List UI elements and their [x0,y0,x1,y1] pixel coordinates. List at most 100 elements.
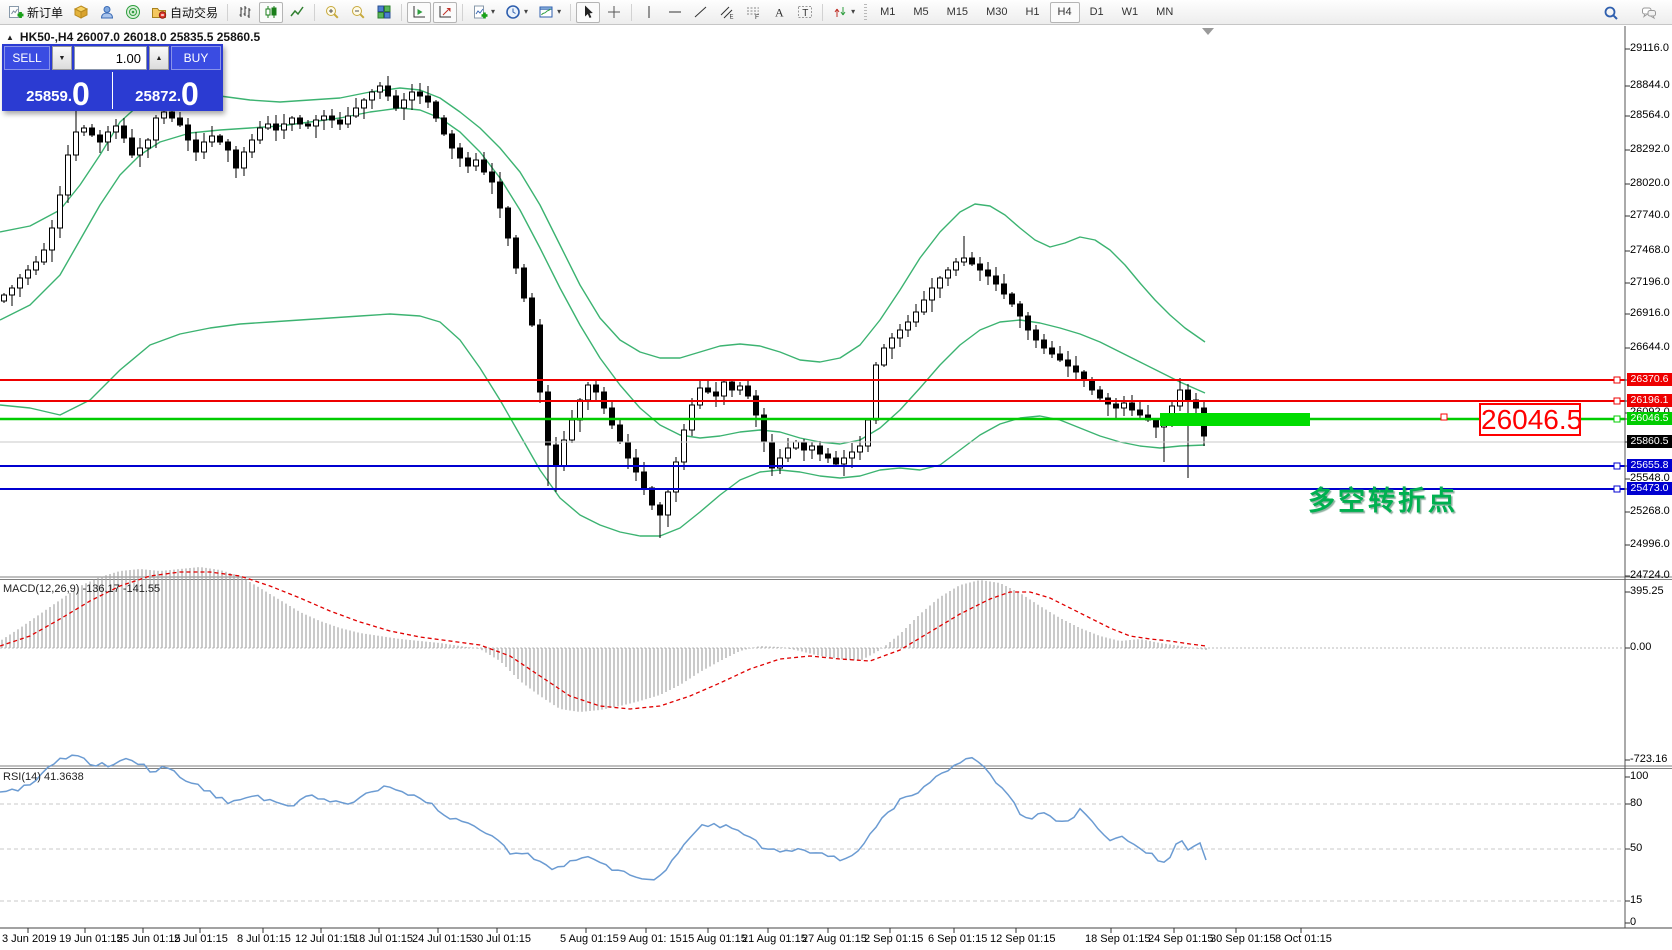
indicators-button[interactable]: ▾ [468,2,499,23]
trendline-button[interactable] [689,2,713,23]
crosshair-button[interactable] [602,2,626,23]
equidistant-channel-button[interactable]: E [715,2,739,23]
toolbar-separator [314,4,315,21]
line-chart-button[interactable] [285,2,309,23]
collapse-arrow-icon[interactable]: ▲ [6,33,14,42]
buy-button[interactable]: BUY [171,46,221,70]
timeframe-mn-button[interactable]: MN [1148,2,1181,23]
price-axis-tick: 27468.0 [1630,244,1670,256]
price-callout-label[interactable]: 26046.5 [1479,403,1581,436]
mt4-terminal: 新订单自动交易▾▾▾EFAT▾M1M5M15M30H1H4D1W1MN ▲ HK… [0,0,1672,950]
macd-axis-tick: -723.16 [1630,753,1667,765]
fibonacci-button[interactable]: F [741,2,765,23]
cursor-button[interactable] [576,2,600,23]
timeframe-m15-button[interactable]: M15 [939,2,976,23]
timeframe-d1-button[interactable]: D1 [1082,2,1112,23]
bollinger-bands [0,88,1205,536]
price-axis-tick: 28564.0 [1630,109,1670,121]
zoom-in-button[interactable] [320,2,344,23]
auto-scroll-button[interactable] [433,2,457,23]
new-order-button[interactable]: 新订单 [4,2,67,23]
time-axis-label: 12 Jul 01:15 [295,933,355,945]
horizontal-line-button[interactable] [663,2,687,23]
search-button[interactable] [1599,2,1623,23]
autotrade-icon [151,4,167,20]
trade-panel-controls: SELL ▼ ▲ BUY [4,46,221,70]
price-axis-tick: 29116.0 [1630,42,1669,54]
price-axis-tick: 27740.0 [1630,209,1670,221]
macd-signal-line [0,572,1206,709]
price-axis-tick: 28844.0 [1630,79,1670,91]
price-axis-tick: 28020.0 [1630,177,1670,189]
arrows-button[interactable]: ▾ [828,2,859,23]
signals-button[interactable] [121,2,145,23]
sell-price[interactable]: 25859.0 [4,72,112,109]
dropdown-caret-icon: ▾ [557,8,561,16]
callout-anchor-square[interactable] [1441,414,1447,420]
bars-icon [237,4,253,20]
chart-shift-marker-icon[interactable] [1202,28,1214,35]
price-level-tag: 25860.5 [1627,435,1672,448]
buy-price[interactable]: 25872.0 [113,72,221,109]
highlight-segment[interactable] [1160,413,1310,426]
periods-button[interactable]: ▾ [501,2,532,23]
text-button[interactable]: A [767,2,791,23]
time-axis-label: 2 Sep 01:15 [864,933,923,945]
timeframe-w1-button[interactable]: W1 [1114,2,1147,23]
toolbar-right-group [1598,2,1662,23]
bar-chart-button[interactable] [233,2,257,23]
volume-input[interactable] [74,46,147,70]
volume-decrease-button[interactable]: ▼ [52,46,72,70]
chat-button[interactable] [1637,2,1661,23]
timeframe-h1-button[interactable]: H1 [1017,2,1047,23]
tile-windows-button[interactable] [372,2,396,23]
chart-shift-button[interactable] [407,2,431,23]
line-anchor-square[interactable] [1614,486,1620,492]
line-icon [289,4,305,20]
vertical-line-button[interactable] [637,2,661,23]
buy-price-big-digit: 0 [181,81,199,107]
volume-increase-button[interactable]: ▲ [149,46,169,70]
candlestick-chart-button[interactable] [259,2,283,23]
buy-price-main: 25872 [135,89,177,107]
line-anchor-square[interactable] [1614,416,1620,422]
candles-icon [263,4,279,20]
tile-icon [376,4,392,20]
line-anchor-square[interactable] [1614,377,1620,383]
sell-button[interactable]: SELL [4,46,50,70]
crosshair-icon [606,4,622,20]
profile-button[interactable] [95,2,119,23]
rsi-indicator-label: RSI(14) 41.3638 [3,771,84,783]
time-axis-label: 15 Aug 01:15 [682,933,747,945]
zoom-out-button[interactable] [346,2,370,23]
market-watch-button[interactable] [69,2,93,23]
signal-icon [125,4,141,20]
templates-button[interactable]: ▾ [534,2,565,23]
new-order-icon [8,4,24,20]
line-anchor-square[interactable] [1614,398,1620,404]
template-icon [538,4,554,20]
price-level-tag: 25473.0 [1627,482,1672,495]
price-axis-tick: 26644.0 [1630,341,1670,353]
chart-canvas[interactable] [0,0,1672,950]
turning-point-annotation[interactable]: 多空转折点 [1308,479,1458,518]
fibo-icon: F [745,4,761,20]
timeframe-m5-button[interactable]: M5 [905,2,936,23]
trade-panel-prices: 25859.0 25872.0 [4,72,221,109]
toolbar-separator [227,4,228,21]
macd-indicator-label: MACD(12,26,9) -136.17 -141.55 [3,583,160,595]
dropdown-caret-icon: ▾ [491,8,495,16]
time-axis-label: 30 Sep 01:15 [1210,933,1275,945]
line-anchor-square[interactable] [1614,463,1620,469]
timeframe-m30-button[interactable]: M30 [978,2,1015,23]
timeframe-m1-button[interactable]: M1 [872,2,903,23]
auto-trading-button[interactable]: 自动交易 [147,2,222,23]
trend-icon [693,4,709,20]
time-axis-label: 19 Jun 01:15 [59,933,123,945]
price-level-tag: 26370.6 [1627,373,1672,386]
price-axis-tick: 26916.0 [1630,307,1670,319]
text-label-button[interactable]: T [793,2,817,23]
svg-text:E: E [730,15,734,21]
vline-icon [641,4,657,20]
timeframe-h4-button[interactable]: H4 [1050,2,1080,23]
